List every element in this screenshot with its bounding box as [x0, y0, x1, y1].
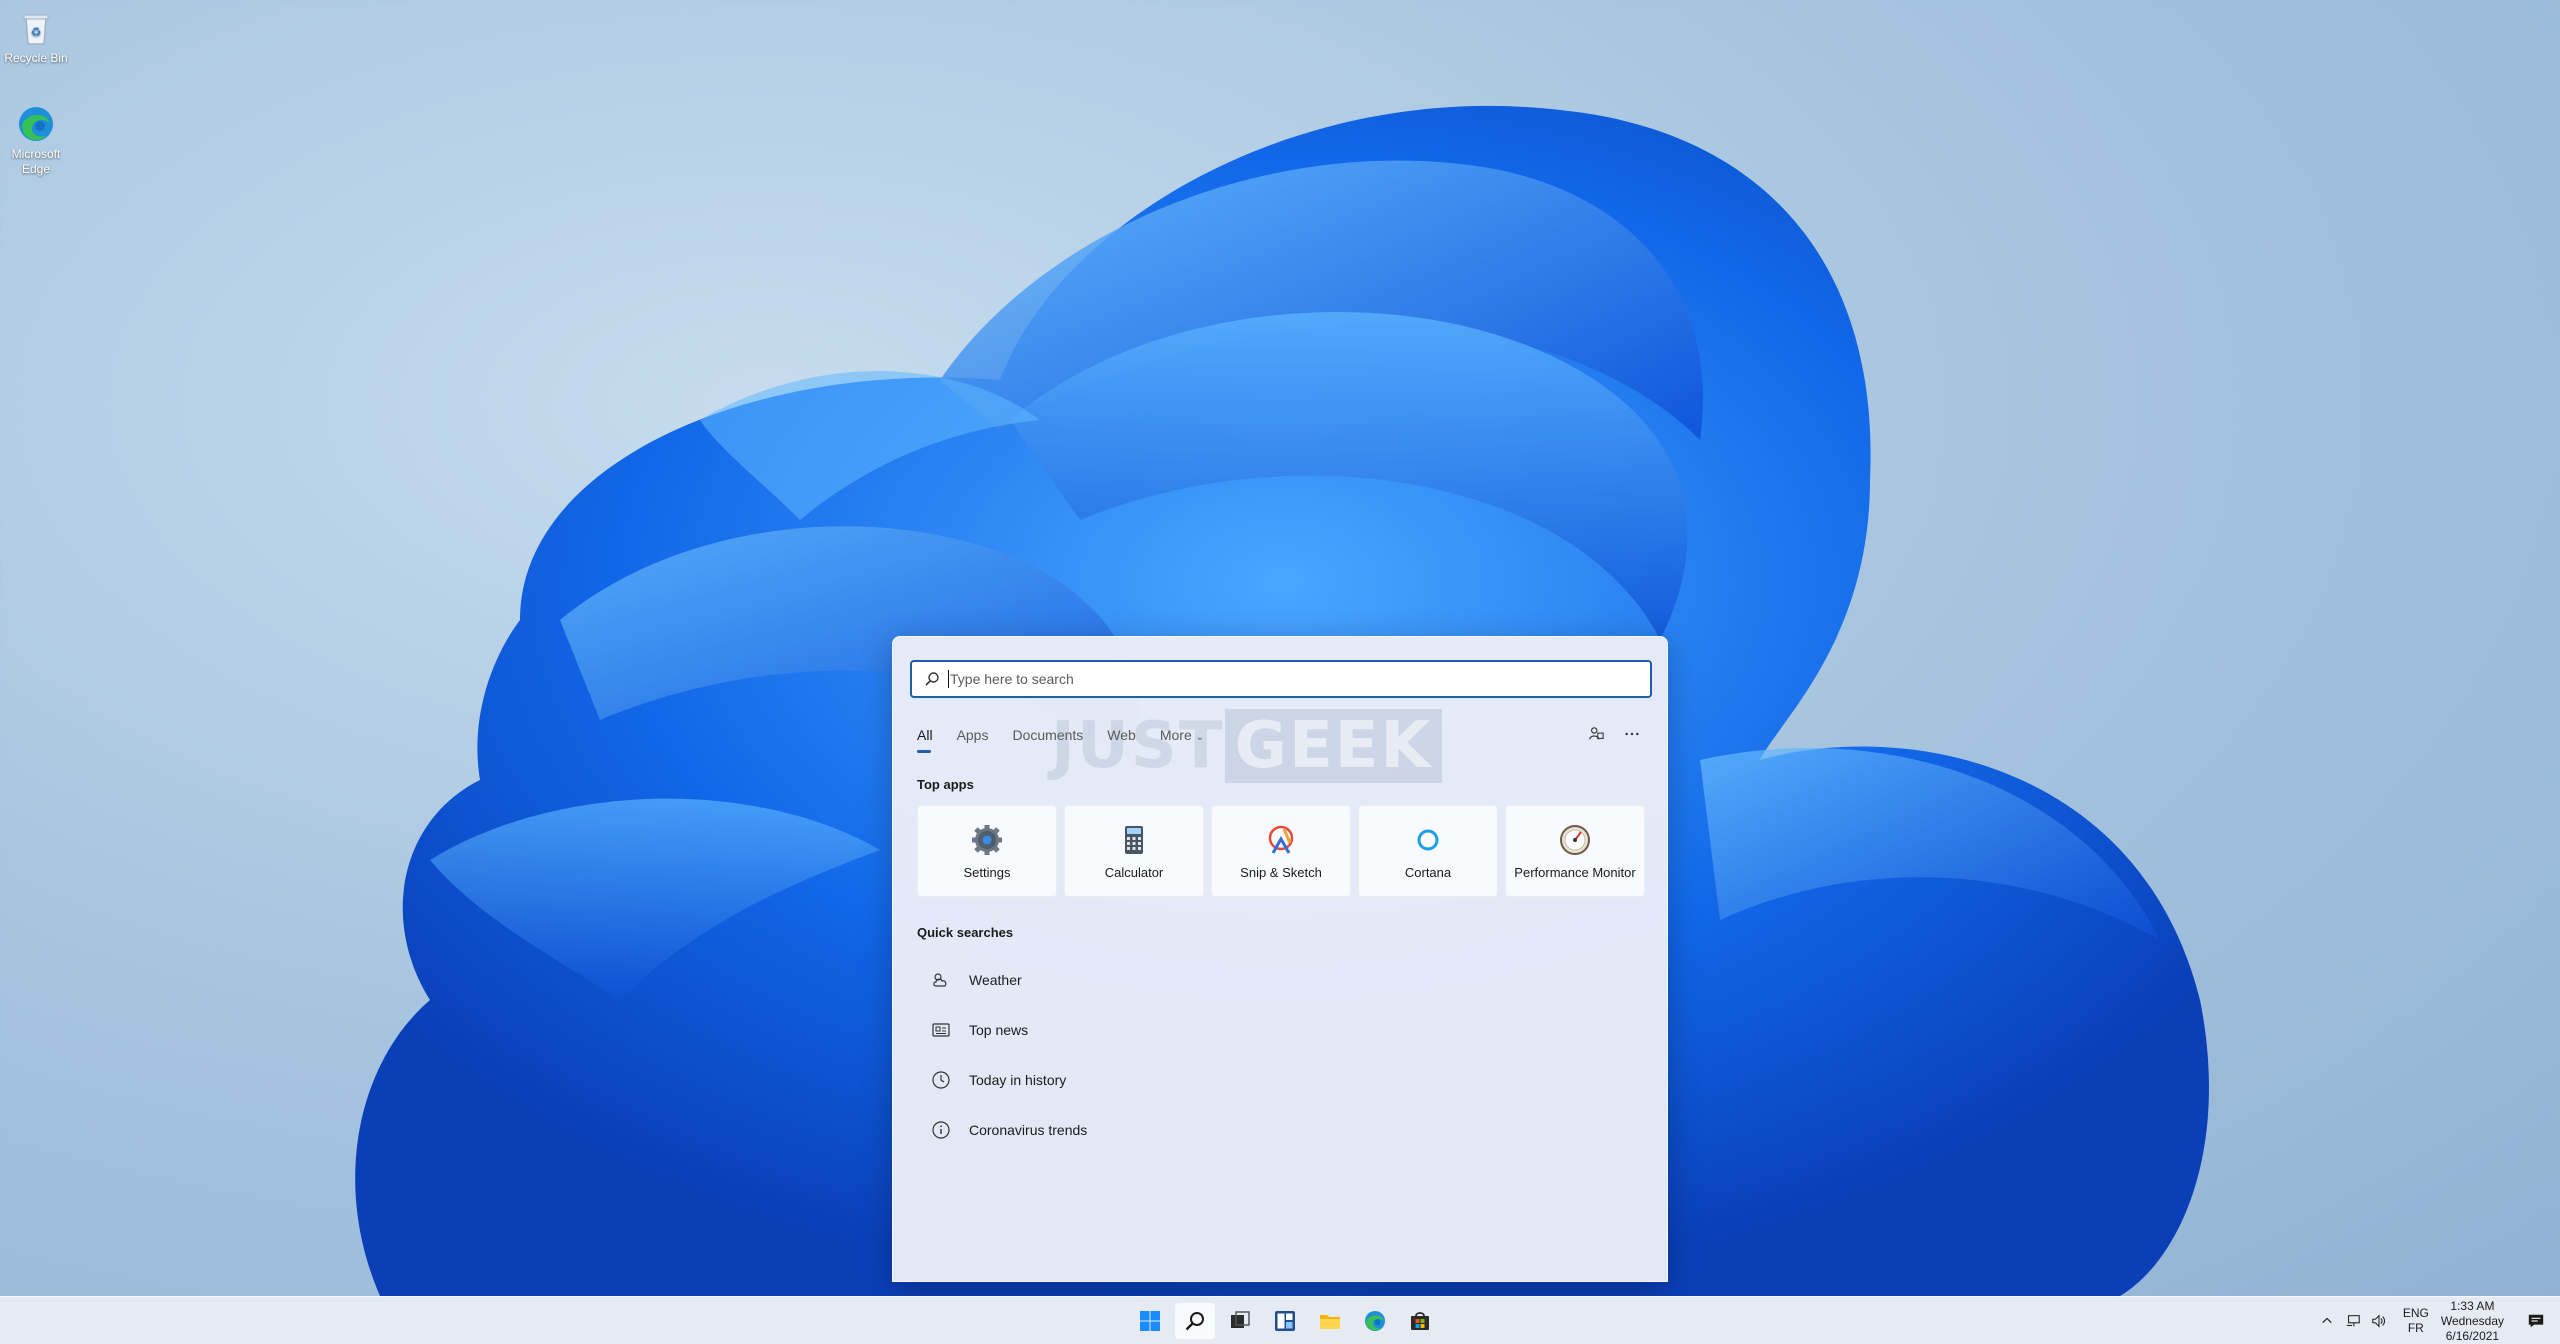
show-hidden-icons-button[interactable]	[2317, 1311, 2337, 1331]
language-indicator[interactable]: ENG FR	[2403, 1306, 2429, 1336]
text-caret	[948, 670, 949, 688]
quick-search-label: Coronavirus trends	[969, 1122, 1088, 1138]
language-secondary: FR	[2407, 1321, 2424, 1335]
widgets-button[interactable]	[1265, 1303, 1305, 1339]
weather-icon	[933, 973, 947, 987]
store-button[interactable]	[1400, 1303, 1440, 1339]
edge-taskbar-button[interactable]	[1355, 1303, 1395, 1339]
app-card-performance-monitor[interactable]: Performance Monitor	[1505, 805, 1645, 897]
clock-icon	[932, 1071, 950, 1089]
quick-search-label: Weather	[969, 972, 1022, 988]
clock-date: 6/16/2021	[2445, 1328, 2500, 1343]
quick-search-label: Top news	[969, 1022, 1029, 1038]
chevron-up-icon	[2322, 1317, 2332, 1324]
quick-search-weather[interactable]: Weather	[917, 955, 1637, 1005]
watermark: JUST GEEK	[1051, 709, 1443, 783]
clock[interactable]: 1:33 AM Wednesday 6/16/2021	[2441, 1299, 2504, 1344]
system-tray: ENG FR 1:33 AM Wednesday 6/16/2021	[2317, 1297, 2560, 1344]
edge-icon	[19, 107, 53, 141]
desktop-icon-recycle-bin[interactable]: ♻ Recycle Bin	[0, 8, 72, 66]
app-card-settings[interactable]: Settings	[917, 805, 1057, 897]
watermark-text-right: GEEK	[1224, 709, 1443, 783]
desktop-icon-label: Microsoft Edge	[11, 147, 61, 176]
start-icon	[1140, 1311, 1160, 1331]
desktop-icon-label: Recycle Bin	[4, 51, 68, 65]
recycle-bin-icon: ♻	[23, 14, 49, 45]
search-panel: JUSTGEEK All Apps Documents Web More⌄ To…	[892, 636, 1668, 1282]
volume-icon	[2372, 1314, 2385, 1328]
language-primary: ENG	[2402, 1306, 2429, 1320]
gear-icon	[972, 824, 1002, 855]
volume-button[interactable]	[2369, 1311, 2389, 1331]
app-name: Cortana	[1404, 864, 1452, 880]
account-icon	[1589, 727, 1604, 740]
desktop-icon-edge[interactable]: Microsoft Edge	[0, 104, 72, 177]
performance-monitor-icon	[1560, 824, 1590, 855]
task-view-icon	[1231, 1311, 1250, 1328]
snip-sketch-icon	[1268, 825, 1294, 854]
store-icon	[1411, 1312, 1429, 1330]
watermark-text-left: JUST	[1051, 709, 1225, 783]
tab-web[interactable]: Web	[1107, 727, 1136, 743]
quick-searches-title: Quick searches	[917, 925, 1014, 940]
news-icon	[932, 1023, 950, 1037]
search-tabs: All Apps Documents Web More ⌄	[917, 727, 1228, 753]
notification-icon	[2528, 1314, 2544, 1328]
start-button[interactable]	[1130, 1303, 1170, 1339]
taskbar-apps	[1130, 1303, 1445, 1339]
app-name: Performance Monitor	[1514, 864, 1636, 880]
quick-search-label: Today in history	[969, 1072, 1067, 1088]
tab-documents[interactable]: Documents	[1012, 727, 1083, 743]
tab-all[interactable]: All	[917, 727, 933, 753]
file-explorer-button[interactable]	[1310, 1303, 1350, 1339]
clock-time: 1:33 AM	[2450, 1298, 2495, 1313]
file-explorer-icon	[1320, 1315, 1340, 1329]
quick-searches-list: Weather Top news Today in history Corona…	[917, 955, 1637, 1155]
app-name: Settings	[963, 864, 1011, 880]
account-switch-button[interactable]	[1585, 723, 1607, 745]
app-name: Calculator	[1104, 864, 1164, 880]
svg-text:♻: ♻	[31, 25, 42, 39]
tab-more-label: More	[1159, 727, 1192, 743]
network-button[interactable]	[2343, 1311, 2363, 1331]
top-apps-list: Settings Calculator Snip & Sketch Cortan…	[917, 805, 1652, 897]
clock-day: Wednesday	[2440, 1313, 2504, 1328]
quick-search-coronavirus-trends[interactable]: Coronavirus trends	[917, 1105, 1637, 1155]
search-input[interactable]	[950, 671, 1650, 687]
app-card-snip-sketch[interactable]: Snip & Sketch	[1211, 805, 1351, 897]
app-name: Snip & Sketch	[1240, 864, 1322, 880]
info-icon	[932, 1121, 950, 1139]
top-apps-title: Top apps	[917, 777, 974, 792]
more-options-button[interactable]	[1621, 723, 1643, 745]
app-card-calculator[interactable]: Calculator	[1064, 805, 1204, 897]
taskbar-search-button[interactable]	[1175, 1303, 1215, 1339]
notifications-button[interactable]	[2522, 1307, 2550, 1335]
search-tools	[1571, 723, 1643, 745]
quick-search-today-in-history[interactable]: Today in history	[917, 1055, 1637, 1105]
quick-search-top-news[interactable]: Top news	[917, 1005, 1637, 1055]
app-card-cortana[interactable]: Cortana	[1358, 805, 1498, 897]
cortana-icon	[1417, 829, 1439, 850]
ellipsis-icon	[1625, 732, 1639, 736]
tab-apps[interactable]: Apps	[957, 727, 989, 743]
search-icon	[925, 672, 939, 686]
search-box[interactable]	[910, 660, 1652, 698]
calculator-icon	[1125, 825, 1143, 854]
task-view-button[interactable]	[1220, 1303, 1260, 1339]
tab-more[interactable]: More ⌄	[1160, 727, 1204, 743]
network-icon	[2346, 1315, 2360, 1327]
widgets-icon	[1275, 1311, 1295, 1331]
taskbar: ENG FR 1:33 AM Wednesday 6/16/2021	[0, 1296, 2560, 1344]
chevron-down-icon: ⌄	[1195, 732, 1205, 743]
search-icon	[1185, 1312, 1204, 1331]
edge-icon	[1365, 1311, 1385, 1331]
